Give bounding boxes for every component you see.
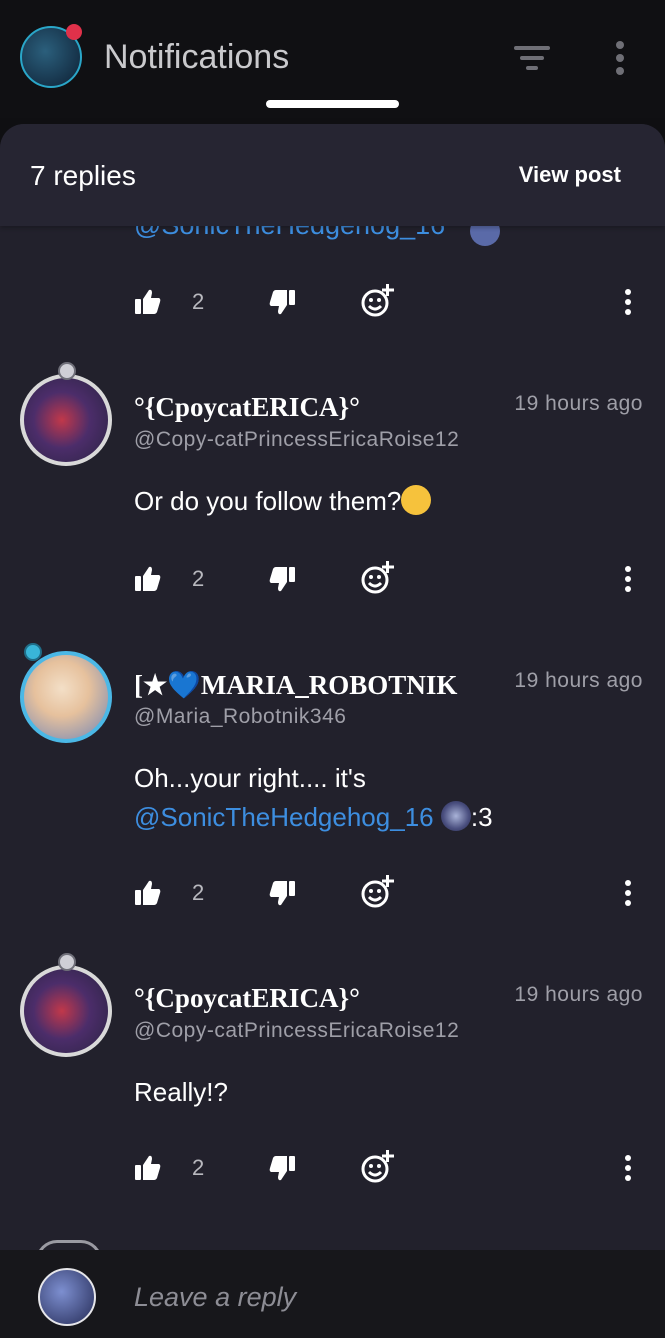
comment-text-suffix: :3 bbox=[470, 802, 493, 832]
replies-sheet: 7 replies View post @SonicTheHedgehog_16… bbox=[0, 124, 665, 1338]
comment-text: Oh...your right.... it's bbox=[134, 763, 366, 793]
thumbs-down-icon[interactable] bbox=[268, 288, 296, 316]
page-title: Notifications bbox=[104, 38, 290, 76]
grinning-emoji-icon bbox=[401, 485, 432, 515]
comment-author-name[interactable]: [★💙MARIA_ROBOTNIK bbox=[134, 669, 457, 701]
avatar-frame-charm bbox=[58, 953, 76, 971]
avatar[interactable] bbox=[20, 965, 112, 1057]
like-count: 2 bbox=[192, 880, 205, 905]
current-user-avatar bbox=[38, 1268, 96, 1326]
like-count: 2 bbox=[192, 566, 205, 591]
comment-timestamp: 19 hours ago bbox=[514, 392, 643, 415]
like-count: 2 bbox=[192, 1155, 205, 1180]
replies-count: 7 replies bbox=[30, 160, 136, 191]
like-count: 2 bbox=[192, 289, 205, 314]
avatar[interactable] bbox=[20, 651, 112, 743]
add-reaction-icon[interactable] bbox=[360, 873, 394, 909]
comment-author-name[interactable]: °{CpoycatERICA}° bbox=[134, 392, 360, 423]
thumbs-up-icon[interactable] bbox=[134, 288, 162, 316]
comment-actions: 2 bbox=[0, 559, 665, 599]
comment-author-handle: @Copy-catPrincessEricaRoise12 bbox=[134, 1019, 460, 1042]
comment-timestamp: 19 hours ago bbox=[514, 669, 643, 692]
comment-body: Really!? bbox=[134, 1077, 228, 1107]
view-post-button[interactable]: View post bbox=[519, 162, 621, 188]
reply-input[interactable] bbox=[134, 1282, 614, 1313]
mention-link[interactable]: @SonicTheHedgehog_16 bbox=[134, 802, 434, 832]
comment-text: Or do you follow them? bbox=[134, 486, 402, 516]
add-reaction-icon[interactable] bbox=[360, 559, 394, 595]
add-reaction-icon[interactable] bbox=[360, 1148, 394, 1184]
comment-body: Or do you follow them? bbox=[134, 482, 634, 521]
sheet-drag-handle[interactable] bbox=[266, 100, 399, 108]
comment-author-handle: @Maria_Robotnik346 bbox=[134, 705, 347, 728]
avatar-frame-charm bbox=[24, 643, 42, 661]
custom-emoji-icon bbox=[440, 801, 471, 831]
comment-actions: 2 bbox=[0, 1148, 665, 1188]
comment-body: Oh...your right.... it's @SonicTheHedgeh… bbox=[134, 759, 634, 837]
comment-author-name[interactable]: °{CpoycatERICA}° bbox=[134, 983, 360, 1014]
comment-actions: 2 bbox=[0, 282, 665, 322]
thumbs-down-icon[interactable] bbox=[268, 1154, 296, 1182]
comment-timestamp: 19 hours ago bbox=[514, 983, 643, 1006]
thumbs-up-icon[interactable] bbox=[134, 879, 162, 907]
avatar-frame-charm bbox=[58, 362, 76, 380]
sheet-header: 7 replies View post bbox=[0, 124, 665, 226]
reply-bar bbox=[0, 1250, 665, 1338]
avatar[interactable] bbox=[20, 374, 112, 466]
more-options-icon[interactable] bbox=[608, 40, 632, 76]
thumbs-up-icon[interactable] bbox=[134, 565, 162, 593]
filter-icon[interactable] bbox=[514, 44, 550, 72]
thumbs-down-icon[interactable] bbox=[268, 565, 296, 593]
comment-more-icon[interactable] bbox=[618, 879, 638, 907]
comment-author-handle: @Copy-catPrincessEricaRoise12 bbox=[134, 428, 460, 451]
comment-more-icon[interactable] bbox=[618, 288, 638, 316]
comment-more-icon[interactable] bbox=[618, 565, 638, 593]
add-reaction-icon[interactable] bbox=[360, 282, 394, 318]
comment-more-icon[interactable] bbox=[618, 1154, 638, 1182]
thumbs-up-icon[interactable] bbox=[134, 1154, 162, 1182]
notification-dot bbox=[66, 24, 82, 40]
comment-actions: 2 bbox=[0, 873, 665, 913]
thumbs-down-icon[interactable] bbox=[268, 879, 296, 907]
